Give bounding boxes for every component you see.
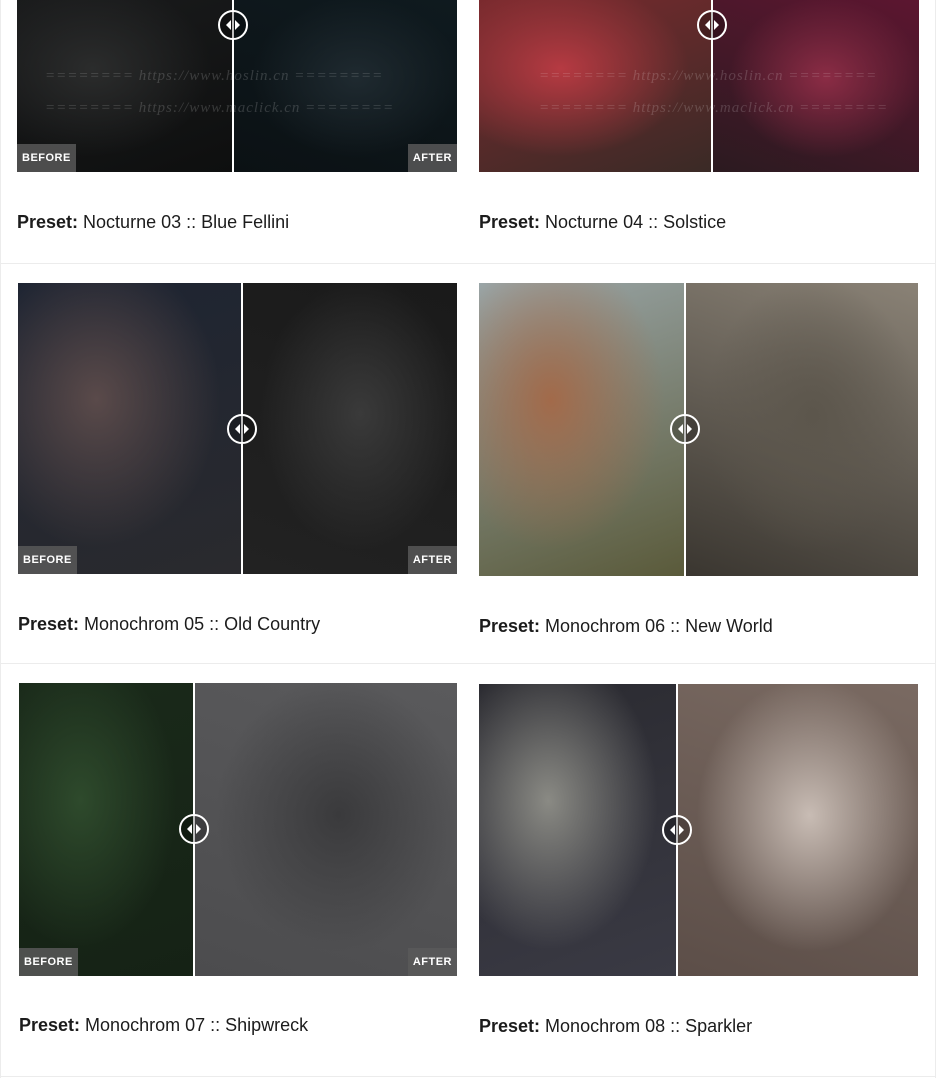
preset-prefix: Preset: xyxy=(17,212,79,232)
before-image xyxy=(479,283,685,576)
after-label: AFTER xyxy=(407,144,457,172)
watermark-line: ======== https://www.hoslin.cn ======== xyxy=(45,68,384,84)
before-label: BEFORE xyxy=(17,144,76,172)
after-image xyxy=(677,684,918,976)
watermark-line: ======== https://www.maclick.cn ======== xyxy=(45,100,395,116)
row-divider xyxy=(0,263,936,264)
after-label: AFTER xyxy=(407,546,457,574)
after-image xyxy=(242,283,457,574)
before-label: BEFORE xyxy=(18,546,77,574)
before-after-compare[interactable]: BEFORE AFTER xyxy=(18,283,457,574)
before-after-compare[interactable] xyxy=(479,684,918,976)
preset-caption: Preset: Nocturne 04 :: Solstice xyxy=(479,212,726,233)
preset-name: Monochrom 07 :: Shipwreck xyxy=(85,1015,309,1035)
preset-name: Monochrom 05 :: Old Country xyxy=(84,614,321,634)
preset-name: Nocturne 04 :: Solstice xyxy=(545,212,727,232)
compare-handle-icon[interactable] xyxy=(218,10,248,40)
before-image xyxy=(18,283,242,574)
preset-caption: Preset: Nocturne 03 :: Blue Fellini xyxy=(17,212,289,233)
after-image xyxy=(194,683,457,976)
preset-prefix: Preset: xyxy=(479,1016,541,1036)
before-image xyxy=(479,0,712,172)
watermark-line: ======== https://www.hoslin.cn ======== xyxy=(539,68,878,84)
compare-handle-icon[interactable] xyxy=(179,814,209,844)
row-divider xyxy=(0,1076,936,1077)
before-after-compare[interactable]: BEFORE AFTER xyxy=(19,683,457,976)
compare-handle-icon[interactable] xyxy=(227,414,257,444)
before-image xyxy=(479,684,677,976)
preset-prefix: Preset: xyxy=(19,1015,81,1035)
after-image xyxy=(685,283,918,576)
after-image xyxy=(712,0,919,172)
preset-name: Nocturne 03 :: Blue Fellini xyxy=(83,212,290,232)
preset-prefix: Preset: xyxy=(479,616,541,636)
preset-caption: Preset: Monochrom 08 :: Sparkler xyxy=(479,1016,752,1037)
preset-prefix: Preset: xyxy=(18,614,80,634)
preset-name: Monochrom 08 :: Sparkler xyxy=(545,1016,753,1036)
compare-handle-icon[interactable] xyxy=(662,815,692,845)
preset-name: Monochrom 06 :: New World xyxy=(545,616,773,636)
preset-prefix: Preset: xyxy=(479,212,541,232)
compare-handle-icon[interactable] xyxy=(670,414,700,444)
preset-caption: Preset: Monochrom 07 :: Shipwreck xyxy=(19,1015,308,1036)
preset-caption: Preset: Monochrom 06 :: New World xyxy=(479,616,773,637)
row-divider xyxy=(0,663,936,664)
before-image xyxy=(19,683,194,976)
before-label: BEFORE xyxy=(19,948,78,976)
after-label: AFTER xyxy=(407,948,457,976)
before-after-compare[interactable] xyxy=(479,283,918,576)
before-after-compare[interactable]: ======== https://www.hoslin.cn ======== … xyxy=(479,0,919,172)
compare-handle-icon[interactable] xyxy=(697,10,727,40)
watermark-line: ======== https://www.maclick.cn ======== xyxy=(539,100,889,116)
before-after-compare[interactable]: ======== https://www.hoslin.cn ======== … xyxy=(17,0,457,172)
left-border xyxy=(0,0,1,1078)
preset-caption: Preset: Monochrom 05 :: Old Country xyxy=(18,614,320,635)
